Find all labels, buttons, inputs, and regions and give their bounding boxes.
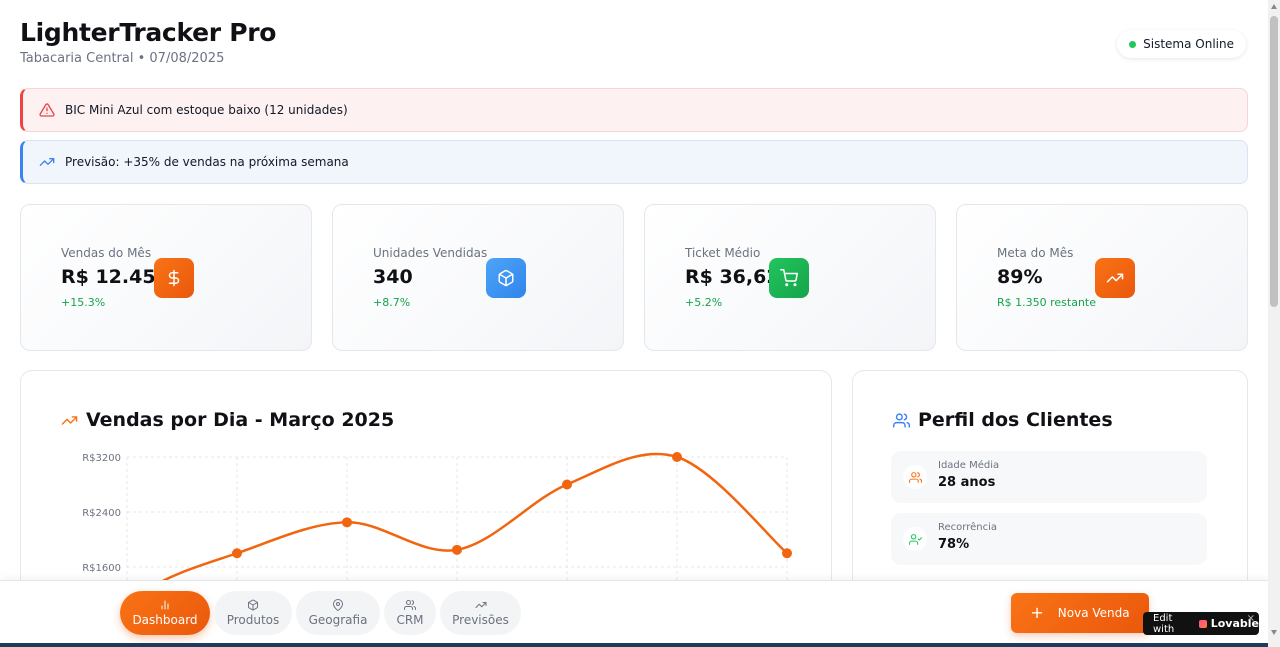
vertical-scrollbar[interactable] [1268, 0, 1280, 647]
bar-chart-icon [161, 600, 169, 610]
trending-up-icon [39, 158, 55, 166]
map-pin-icon [333, 599, 343, 611]
users-icon [903, 465, 927, 489]
profile-label: Idade Média [938, 460, 1000, 471]
profile-title: Perfil dos Clientes [893, 409, 1113, 431]
stat-card-monthly-goal: Meta do Mês 89% R$ 1.350 restante [956, 204, 1248, 351]
stat-value: 340 [373, 266, 413, 288]
trending-up-icon [1095, 258, 1135, 298]
system-status-badge: Sistema Online [1117, 30, 1246, 58]
stat-change: +5.2% [685, 296, 723, 309]
nav-geografia[interactable]: Geografia [296, 591, 380, 635]
y-tick-label: R$1600 [82, 563, 121, 574]
status-text: Sistema Online [1143, 37, 1234, 51]
low-stock-alert: BIC Mini Azul com estoque baixo (12 unid… [20, 88, 1248, 132]
stat-value: 89% [997, 266, 1043, 288]
plus-icon: + [1030, 603, 1044, 622]
dashboard-page: LighterTracker Pro Tabacaria Central • 0… [0, 0, 1268, 647]
stat-label: Vendas do Mês [61, 246, 152, 260]
stat-card-units-sold: Unidades Vendidas 340 +8.7% [332, 204, 624, 351]
y-tick-label: R$3200 [82, 453, 121, 464]
stat-label: Unidades Vendidas [373, 246, 488, 260]
new-sale-label: Nova Venda [1057, 606, 1130, 620]
chart-title-text: Vendas por Dia - Março 2025 [86, 409, 395, 431]
stat-change: R$ 1.350 restante [997, 296, 1097, 309]
trending-up-icon [475, 602, 486, 608]
profile-item-recurrence: Recorrência 78% [891, 513, 1207, 565]
nav-dashboard[interactable]: Dashboard [120, 591, 210, 635]
profile-value: 28 anos [938, 475, 996, 490]
data-point [452, 544, 462, 555]
data-point [672, 452, 682, 462]
package-icon [248, 599, 258, 611]
dollar-icon [154, 258, 194, 298]
status-dot-icon [1129, 40, 1137, 48]
stat-change: +8.7% [373, 296, 411, 309]
nav-label: Geografia [308, 613, 368, 627]
nav-crm[interactable]: CRM [384, 591, 436, 635]
data-point [562, 479, 572, 490]
new-sale-button[interactable]: + Nova Venda [1011, 593, 1149, 633]
forecast-alert: Previsão: +35% de vendas na próxima sema… [20, 140, 1248, 184]
stat-card-monthly-sales: Vendas do Mês R$ 12.450 +15.3% [20, 204, 312, 351]
stat-value: R$ 12.450 [61, 266, 169, 288]
alert-text: Previsão: +35% de vendas na próxima sema… [65, 155, 349, 169]
store-date-subtitle: Tabacaria Central • 07/08/2025 [20, 51, 225, 66]
stat-card-average-ticket: Ticket Médio R$ 36,62 +5.2% [644, 204, 936, 351]
nav-previsoes[interactable]: Previsões [440, 591, 521, 635]
stat-label: Ticket Médio [685, 246, 761, 260]
data-point [782, 548, 792, 559]
lovable-logo-icon [1199, 619, 1207, 628]
y-tick-label: R$2400 [82, 508, 121, 519]
nav-produtos[interactable]: Produtos [214, 591, 292, 635]
cart-icon [769, 258, 809, 298]
stat-change: +15.3% [61, 296, 106, 309]
data-point [232, 548, 242, 559]
edit-with-lovable-badge[interactable]: Edit with Lovable × [1143, 612, 1259, 635]
profile-label: Recorrência [938, 522, 997, 533]
alert-triangle-icon [39, 103, 55, 117]
users-icon [893, 412, 910, 428]
stat-label: Meta do Mês [997, 246, 1074, 260]
scroll-up-arrow-icon[interactable] [1271, 4, 1277, 9]
nav-label: Previsões [452, 613, 509, 627]
nav-label: Produtos [226, 613, 280, 627]
nav-label: Dashboard [132, 613, 198, 627]
nav-label: CRM [396, 613, 424, 627]
profile-item-average-age: Idade Média 28 anos [891, 451, 1207, 503]
bottom-navigation: Dashboard Produtos Geografia CRM Previsõ… [0, 580, 1268, 647]
users-icon [404, 600, 416, 610]
package-icon [486, 258, 526, 298]
app-title: LighterTracker Pro [20, 18, 277, 47]
profile-value: 78% [938, 537, 970, 552]
scroll-down-arrow-icon[interactable] [1271, 630, 1277, 635]
window-bottom-edge [0, 643, 1268, 647]
close-icon[interactable]: × [1247, 613, 1255, 624]
stat-value: R$ 36,62 [685, 266, 780, 288]
user-check-icon [903, 527, 927, 551]
header: LighterTracker Pro Tabacaria Central • 0… [20, 18, 276, 66]
scrollbar-thumb[interactable] [1270, 16, 1278, 307]
badge-prefix: Edit with [1153, 612, 1175, 635]
data-point [342, 517, 352, 528]
profile-title-text: Perfil dos Clientes [918, 409, 1113, 431]
chart-title: Vendas por Dia - Março 2025 [61, 409, 394, 431]
trending-up-icon [61, 415, 78, 425]
alert-text: BIC Mini Azul com estoque baixo (12 unid… [65, 103, 348, 117]
